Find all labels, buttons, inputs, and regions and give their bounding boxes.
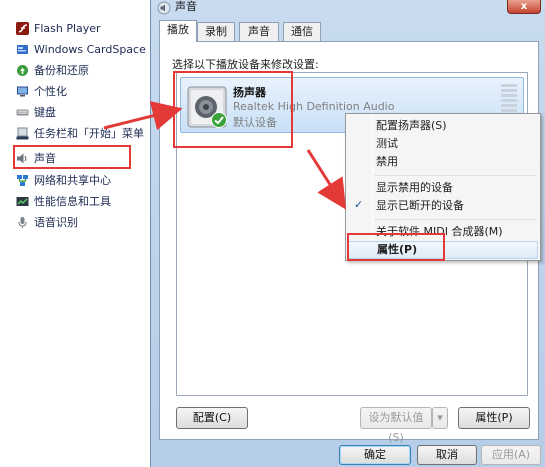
backup-icon (16, 64, 29, 77)
menu-properties[interactable]: 属性(P) (348, 241, 538, 259)
sound-icon (16, 152, 29, 165)
close-icon: x (520, 1, 528, 12)
cp-item-speech[interactable]: 语音识别 (16, 213, 78, 231)
cp-item-label: 声音 (34, 152, 56, 165)
tab-sounds[interactable]: 声音 (239, 22, 279, 41)
network-icon (16, 174, 29, 187)
tab-recording[interactable]: 录制 (197, 22, 235, 41)
cp-item-flash-player[interactable]: Flash Player (16, 19, 101, 37)
keyboard-icon (16, 106, 29, 119)
set-default-dropdown-button[interactable]: ▾ (432, 407, 448, 429)
cp-item-backup[interactable]: 备份和还原 (16, 61, 89, 79)
cp-item-label: 键盘 (34, 106, 56, 119)
configure-button[interactable]: 配置(C) (176, 407, 248, 429)
cp-item-performance[interactable]: 性能信息和工具 (16, 192, 111, 210)
cardspace-icon (16, 43, 29, 56)
tab-communications[interactable]: 通信 (283, 22, 321, 41)
cp-item-taskbar[interactable]: 任务栏和「开始」菜单 (16, 124, 144, 142)
menu-separator (374, 219, 536, 220)
cp-item-personalize[interactable]: 个性化 (16, 82, 67, 100)
device-context-menu: 配置扬声器(S) 测试 禁用 显示禁用的设备 ✓ 显示已断开的设备 关于软件 M… (345, 113, 541, 261)
dialog-title: 声音 (175, 0, 197, 13)
microphone-icon (16, 216, 29, 229)
cp-item-label: 网络和共享中心 (34, 174, 111, 187)
cp-item-label: 性能信息和工具 (34, 195, 111, 208)
cp-item-cardspace[interactable]: Windows CardSpace (16, 40, 146, 58)
cp-item-label: 任务栏和「开始」菜单 (34, 127, 144, 140)
performance-icon (16, 195, 29, 208)
tab-playback[interactable]: 播放 (159, 20, 197, 42)
chevron-down-icon: ▾ (437, 411, 443, 424)
menu-about-midi[interactable]: 关于软件 MIDI 合成器(M) (348, 223, 538, 241)
menu-show-disconnected[interactable]: 显示已断开的设备 (348, 197, 538, 215)
flash-icon (16, 21, 29, 35)
cp-item-network[interactable]: 网络和共享中心 (16, 171, 111, 189)
properties-button[interactable]: 属性(P) (458, 407, 530, 429)
control-panel-list: Flash Player Windows CardSpace 备份和还原 个性化… (0, 0, 150, 467)
default-check-icon (211, 112, 227, 128)
close-button[interactable]: x (507, 0, 541, 14)
menu-disable[interactable]: 禁用 (348, 153, 538, 171)
cp-item-label: 语音识别 (34, 216, 78, 229)
ok-button[interactable]: 确定 (339, 445, 411, 465)
menu-configure-speakers[interactable]: 配置扬声器(S) (348, 117, 538, 135)
personalize-icon (16, 85, 29, 98)
speaker-title-icon (157, 1, 171, 15)
device-name: 扬声器 (233, 86, 266, 99)
device-description: Realtek High Definition Audio (233, 100, 395, 113)
cp-item-sound[interactable]: 声音 (16, 149, 56, 167)
menu-test[interactable]: 测试 (348, 135, 538, 153)
title-bar[interactable]: 声音 x (151, 0, 545, 16)
cp-item-label: Flash Player (34, 21, 101, 35)
cancel-button[interactable]: 取消 (417, 445, 477, 465)
menu-show-disabled[interactable]: 显示禁用的设备 (348, 179, 538, 197)
cp-item-label: 个性化 (34, 85, 67, 98)
cp-item-keyboard[interactable]: 键盘 (16, 103, 56, 121)
cp-item-label: 备份和还原 (34, 64, 89, 77)
apply-button[interactable]: 应用(A) (481, 445, 541, 465)
set-default-button[interactable]: 设为默认值(S) (360, 407, 432, 444)
taskbar-icon (16, 127, 29, 140)
cp-item-label: Windows CardSpace (34, 42, 146, 56)
device-status: 默认设备 (233, 116, 277, 129)
panel-instruction: 选择以下播放设备来修改设置: (172, 58, 319, 71)
menu-separator (374, 175, 536, 176)
